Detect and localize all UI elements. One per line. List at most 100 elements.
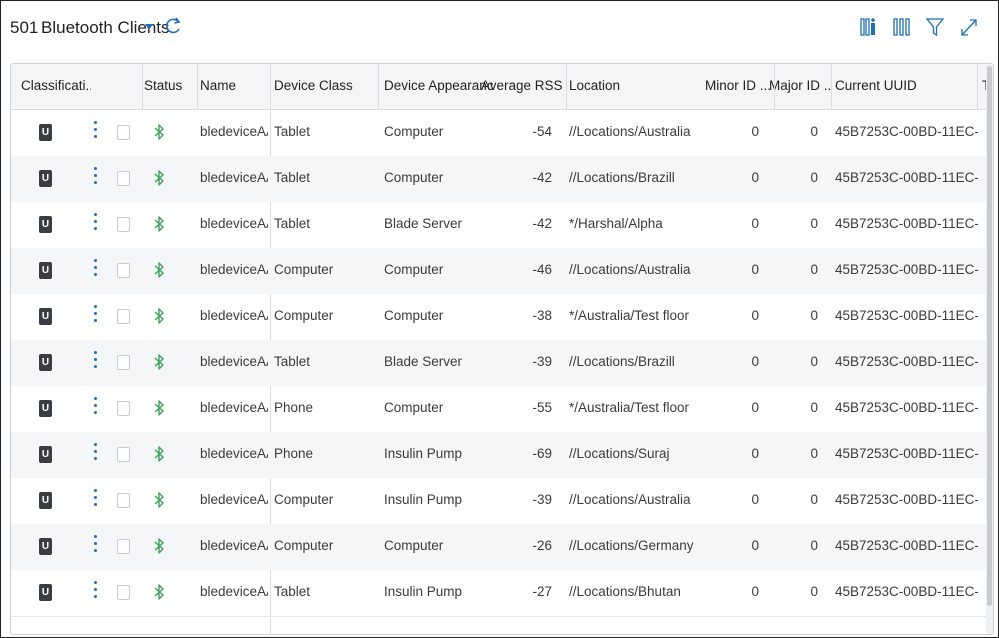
device-name[interactable]: bledeviceAA:... — [200, 294, 268, 340]
current-uuid: 45B7253C-00BD-11EC-9A03-A... — [835, 124, 978, 139]
refresh-icon[interactable] — [164, 15, 182, 37]
column-chooser-icon[interactable] — [858, 15, 880, 39]
column-header-current-uuid[interactable]: Current UUID — [835, 64, 975, 109]
location: */Australia/Test floor — [569, 308, 690, 323]
device-name[interactable]: bledeviceAA:... — [200, 340, 268, 386]
row-checkbox[interactable] — [117, 355, 130, 370]
minor-id: 0 — [751, 492, 759, 507]
row-actions-icon[interactable] — [92, 259, 98, 281]
chevron-down-icon[interactable] — [145, 24, 153, 30]
column-header-location[interactable]: Location — [569, 64, 689, 109]
row-checkbox[interactable] — [117, 493, 130, 508]
table-row[interactable]: UbledeviceAA:... Computer Computer -26 //Loc… — [11, 524, 993, 570]
row-actions-icon[interactable] — [92, 213, 98, 235]
expand-icon[interactable] — [958, 15, 980, 39]
major-id: 0 — [810, 492, 818, 507]
client-count: 501 — [10, 18, 39, 37]
device-class: Phone — [274, 446, 314, 461]
table-row[interactable]: UbledeviceAA:... Tablet Blade Server -39 //L… — [11, 340, 993, 386]
filter-icon[interactable] — [924, 15, 946, 39]
device-name[interactable]: bledeviceAA:... — [200, 570, 268, 616]
row-checkbox[interactable] — [117, 217, 130, 232]
device-name[interactable]: bledeviceAA:... — [200, 110, 268, 156]
classification-badge: U — [39, 446, 52, 463]
device-name[interactable]: bledeviceAA:... — [200, 432, 268, 478]
device-appearance: Computer — [384, 400, 444, 415]
table-row[interactable]: UbledeviceAA:... Tablet Insulin Pump -27 //L… — [11, 570, 993, 616]
location: //Locations/Brazill — [569, 354, 675, 369]
location: //Locations/Australia — [569, 124, 691, 139]
table-row[interactable]: UbledeviceAA:... Computer Computer -38 */Aus… — [11, 294, 993, 340]
column-header-status[interactable]: Status — [144, 64, 194, 109]
device-class: Tablet — [274, 584, 311, 599]
column-header-minor-id[interactable]: Minor ID ... — [701, 64, 771, 109]
row-actions-icon[interactable] — [92, 351, 98, 373]
major-id: 0 — [810, 446, 818, 461]
current-uuid: 45B7253C-00BD-11EC-9A03-A... — [835, 492, 978, 507]
average-rssi: -54 — [532, 124, 552, 139]
columns-icon[interactable] — [891, 15, 913, 39]
column-divider[interactable] — [566, 64, 567, 109]
device-name[interactable]: bledeviceAA:... — [200, 386, 268, 432]
column-header-device-class[interactable]: Device Class — [274, 64, 374, 109]
column-header-name[interactable]: Name — [200, 64, 270, 109]
row-actions-icon[interactable] — [92, 581, 98, 603]
column-divider[interactable] — [378, 64, 379, 109]
row-checkbox[interactable] — [117, 539, 130, 554]
minor-id: 0 — [751, 170, 759, 185]
column-divider[interactable] — [831, 64, 832, 109]
device-name[interactable]: bledeviceAA:... — [200, 202, 268, 248]
row-checkbox[interactable] — [117, 309, 130, 324]
major-id: 0 — [810, 124, 818, 139]
scrollbar-thumb[interactable] — [987, 66, 992, 606]
row-checkbox[interactable] — [117, 171, 130, 186]
column-header-average-rssi[interactable]: Average RSSI... — [481, 64, 563, 109]
classification-badge: U — [39, 170, 52, 187]
location: //Locations/Brazill — [569, 170, 675, 185]
table-row[interactable]: UbledeviceAA:... Computer Insulin Pump -39 /… — [11, 478, 993, 524]
bluetooth-status-icon — [154, 538, 164, 554]
column-header-major-id[interactable]: Major ID ... — [769, 64, 831, 109]
classification-badge: U — [39, 262, 52, 279]
bluetooth-status-icon — [154, 170, 164, 186]
device-name[interactable]: bledeviceAA:... — [200, 478, 268, 524]
row-checkbox[interactable] — [117, 401, 130, 416]
device-name[interactable]: bledeviceAA:... — [200, 156, 268, 202]
device-appearance: Insulin Pump — [384, 446, 463, 461]
row-checkbox[interactable] — [117, 125, 130, 140]
classification-badge: U — [39, 308, 52, 325]
row-actions-icon[interactable] — [92, 121, 98, 143]
table-row[interactable]: UbledeviceAA:... Phone Insulin Pump -69 //Lo… — [11, 432, 993, 478]
row-actions-icon[interactable] — [92, 305, 98, 327]
table-row[interactable]: UbledeviceAA:... Computer Computer -46 //Loc… — [11, 248, 993, 294]
current-uuid: 45B7253C-00BD-11EC-9A03-A... — [835, 216, 978, 231]
current-uuid: 45B7253C-00BD-11EC-9A03-A... — [835, 170, 978, 185]
vertical-scrollbar[interactable] — [986, 64, 993, 634]
column-header-classification[interactable]: Classificati... — [21, 64, 91, 109]
table-row[interactable]: UbledeviceAA:... Tablet Computer -54 //Locat… — [11, 110, 993, 156]
row-actions-icon[interactable] — [92, 535, 98, 557]
table-row[interactable]: UbledeviceAA:... Phone Computer -55 */Austra… — [11, 386, 993, 432]
row-checkbox[interactable] — [117, 263, 130, 278]
row-actions-icon[interactable] — [92, 443, 98, 465]
column-divider[interactable] — [977, 64, 978, 109]
column-divider[interactable] — [197, 64, 198, 109]
average-rssi: -27 — [532, 584, 552, 599]
table-row[interactable]: UbledeviceAA:... Tablet Computer -42 //Locat… — [11, 156, 993, 202]
major-id: 0 — [810, 170, 818, 185]
location: //Locations/Australia — [569, 262, 691, 277]
device-name[interactable]: bledeviceAA:... — [200, 248, 268, 294]
row-actions-icon[interactable] — [92, 397, 98, 419]
device-class: Computer — [274, 492, 334, 507]
current-uuid: 45B7253C-00BD-11EC-9A03-A... — [835, 262, 978, 277]
row-checkbox[interactable] — [117, 447, 130, 462]
column-header-device-appearance[interactable]: Device Appearance — [384, 64, 494, 109]
minor-id: 0 — [751, 308, 759, 323]
table-row[interactable]: UbledeviceAA:... Tablet Blade Server -42 */H… — [11, 202, 993, 248]
column-divider[interactable] — [774, 64, 775, 109]
device-name[interactable]: bledeviceAA:... — [200, 524, 268, 570]
row-checkbox[interactable] — [117, 585, 130, 600]
row-actions-icon[interactable] — [92, 489, 98, 511]
column-divider[interactable] — [142, 64, 143, 109]
row-actions-icon[interactable] — [92, 167, 98, 189]
